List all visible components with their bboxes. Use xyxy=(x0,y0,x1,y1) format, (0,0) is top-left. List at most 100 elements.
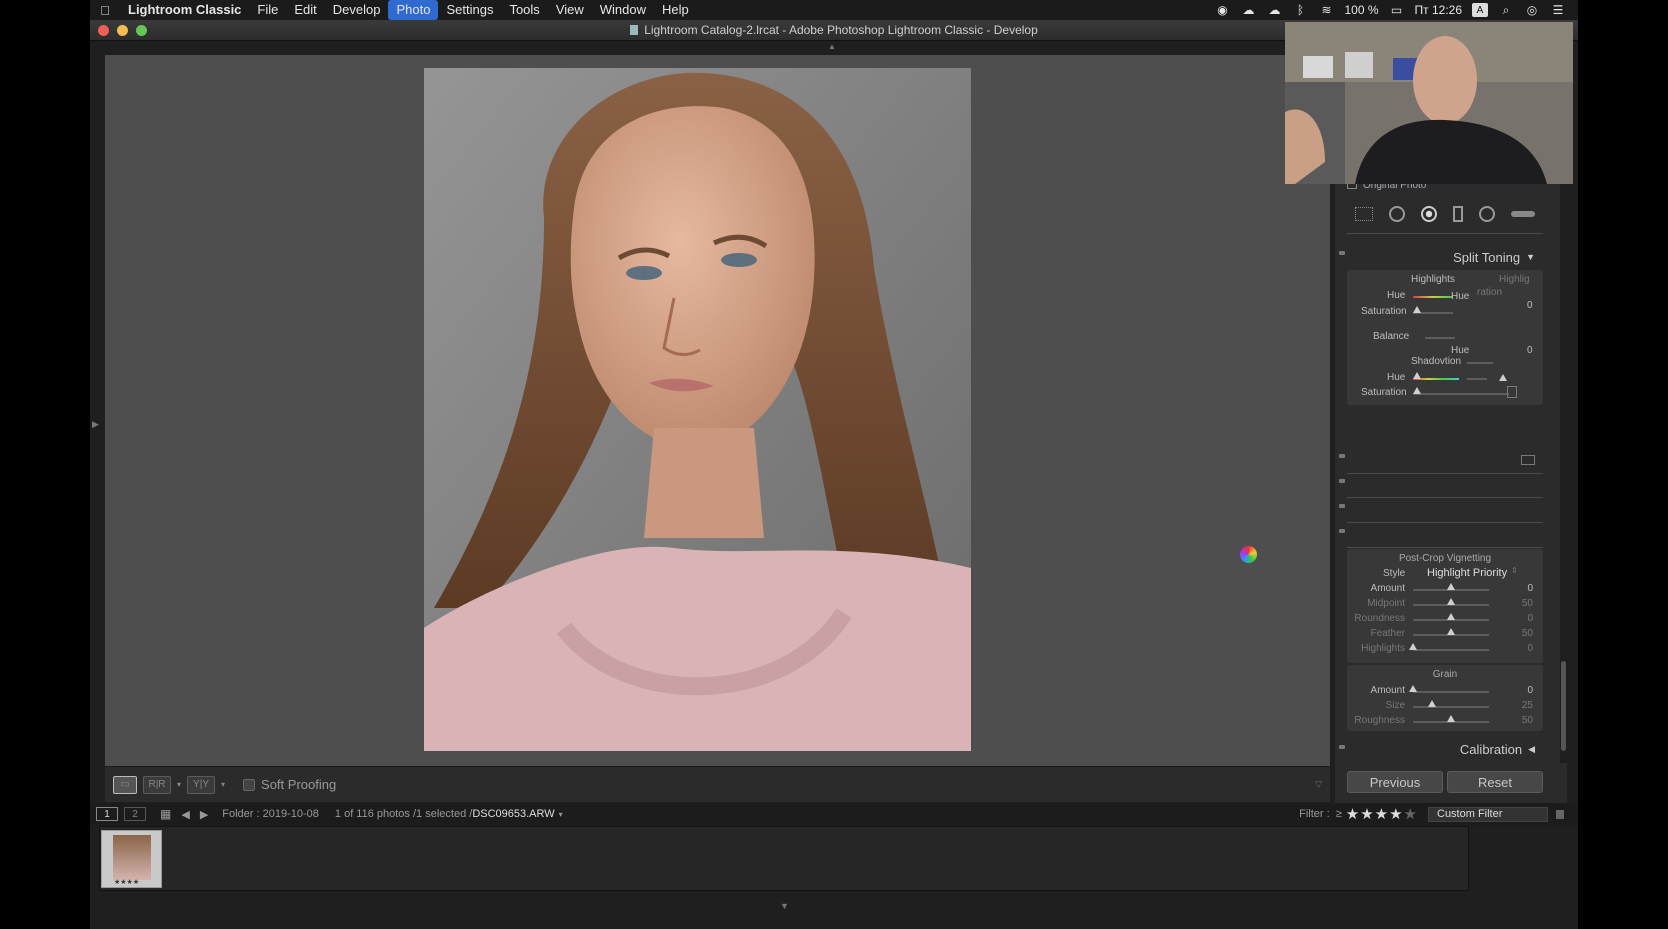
rating-star-icon[interactable]: ★ xyxy=(1375,806,1389,823)
shadow-saturation-slider[interactable] xyxy=(1413,393,1509,395)
shadow-hue-knob[interactable] xyxy=(1413,372,1421,379)
zoom-window-button[interactable] xyxy=(136,25,147,36)
grain-roughness-knob[interactable] xyxy=(1447,715,1455,722)
custom-filter-select[interactable]: Custom Filter xyxy=(1428,806,1548,822)
shadow-hue-knob-duplicate[interactable] xyxy=(1499,374,1507,381)
balance-slider[interactable] xyxy=(1425,337,1455,339)
before-after-view-button[interactable]: R|R xyxy=(143,775,171,794)
cloud-sync-icon[interactable]: ☁ xyxy=(1240,3,1256,17)
portrait-photo[interactable] xyxy=(424,68,971,751)
apple-icon[interactable]:  xyxy=(90,3,120,18)
source-dropdown-icon[interactable]: ▾ xyxy=(559,810,563,819)
bluetooth-icon[interactable]: ᛒ xyxy=(1292,3,1308,17)
filename[interactable]: DSC09653.ARW xyxy=(472,808,554,820)
vignetting-highlights-value[interactable]: 0 xyxy=(1517,643,1533,654)
input-source-icon[interactable]: A xyxy=(1472,3,1488,17)
top-panel-toggle-icon[interactable]: ▲ xyxy=(828,42,836,51)
battery-icon[interactable]: ▭ xyxy=(1389,3,1405,17)
grain-size-value[interactable]: 25 xyxy=(1517,700,1533,711)
vignetting-roundness-knob[interactable] xyxy=(1447,613,1455,620)
grain-size-slider[interactable] xyxy=(1413,706,1489,708)
before-after-swap-button[interactable]: Y|Y xyxy=(187,775,216,794)
before-after-dropdown-icon[interactable]: ▾ xyxy=(177,780,181,789)
panel-switch-icon[interactable] xyxy=(1339,529,1345,533)
loupe-view-button[interactable]: ▭ xyxy=(113,775,137,794)
vignetting-highlights-knob[interactable] xyxy=(1409,643,1417,650)
menu-tools[interactable]: Tools xyxy=(501,0,547,20)
menu-clock[interactable]: Пт 12:26 xyxy=(1415,3,1462,17)
radial-filter-icon[interactable] xyxy=(1479,206,1495,222)
right-panel-scrollbar[interactable] xyxy=(1560,171,1567,763)
shadow-saturation-knob[interactable] xyxy=(1413,387,1421,394)
rating-filter-stars[interactable]: ★★★★★ xyxy=(1346,805,1418,823)
grain-amount-value[interactable]: 0 xyxy=(1517,685,1533,696)
close-window-button[interactable] xyxy=(98,25,109,36)
bottom-panel-toggle-icon[interactable]: ▼ xyxy=(780,901,789,911)
grain-roughness-value[interactable]: 50 xyxy=(1517,715,1533,726)
panel-switch-icon[interactable] xyxy=(1339,454,1345,458)
highlight-saturation-knob[interactable] xyxy=(1413,306,1421,313)
menu-help[interactable]: Help xyxy=(654,0,697,20)
before-after-swap-dropdown-icon[interactable]: ▾ xyxy=(221,780,225,789)
vignetting-roundness-value[interactable]: 0 xyxy=(1517,613,1533,624)
menu-develop[interactable]: Develop xyxy=(325,0,389,20)
filmstrip-thumbnail[interactable]: ★★★★ xyxy=(101,830,162,888)
previous-button[interactable]: Previous xyxy=(1347,771,1443,793)
siri-icon[interactable]: ◎ xyxy=(1524,3,1540,17)
toolbar-content-dropdown-icon[interactable]: ▽ xyxy=(1315,779,1322,790)
menu-settings[interactable]: Settings xyxy=(438,0,501,20)
spot-removal-icon[interactable] xyxy=(1389,206,1405,222)
right-panel-scroll-thumb[interactable] xyxy=(1561,661,1566,751)
expand-triangle-icon[interactable]: ◀ xyxy=(1528,744,1535,755)
shadow-hue-slider-duplicate[interactable] xyxy=(1467,378,1487,380)
window-2-button[interactable]: 2 xyxy=(124,807,146,821)
vignetting-feather-value[interactable]: 50 xyxy=(1517,628,1533,639)
menu-file[interactable]: File xyxy=(249,0,286,20)
vignetting-midpoint-value[interactable]: 50 xyxy=(1517,598,1533,609)
back-arrow-icon[interactable]: ◀ xyxy=(181,808,189,821)
menu-view[interactable]: View xyxy=(548,0,592,20)
vignetting-feather-knob[interactable] xyxy=(1447,628,1455,635)
minimize-window-button[interactable] xyxy=(117,25,128,36)
wifi-icon[interactable]: ≋ xyxy=(1318,3,1334,17)
rating-star-icon[interactable]: ★ xyxy=(1360,806,1374,823)
split-toning-header[interactable]: Split Toning ▼ xyxy=(1347,245,1543,269)
menu-photo[interactable]: Photo xyxy=(388,0,439,20)
shadow-fragment-slider[interactable] xyxy=(1467,362,1493,364)
soft-proofing-checkbox[interactable] xyxy=(243,778,256,791)
rating-star-icon[interactable]: ★ xyxy=(1404,806,1418,823)
filter-operator[interactable]: ≥ xyxy=(1336,808,1342,820)
grid-view-icon[interactable]: ▦ xyxy=(160,807,171,821)
menu-window[interactable]: Window xyxy=(592,0,654,20)
rating-star-icon[interactable]: ★ xyxy=(1389,806,1403,823)
collapse-triangle-icon[interactable]: ▼ xyxy=(1526,252,1535,262)
reset-button[interactable]: Reset xyxy=(1447,771,1543,793)
creative-cloud-icon[interactable]: ◉ xyxy=(1214,3,1230,17)
panel-switch-icon[interactable] xyxy=(1339,745,1345,749)
notification-center-icon[interactable]: ☰ xyxy=(1550,3,1566,17)
highlight-hue-slider[interactable] xyxy=(1413,296,1453,298)
calibration-header[interactable]: Calibration ◀ xyxy=(1347,737,1543,761)
menu-app-name[interactable]: Lightroom Classic xyxy=(120,0,249,20)
vignetting-amount-knob[interactable] xyxy=(1447,583,1455,590)
style-dropdown-icon[interactable]: ⇕ xyxy=(1511,566,1518,575)
grain-size-knob[interactable] xyxy=(1428,700,1436,707)
panel-switch-icon[interactable] xyxy=(1339,251,1345,255)
forward-arrow-icon[interactable]: ▶ xyxy=(200,808,208,821)
grain-amount-knob[interactable] xyxy=(1409,685,1417,692)
adjustment-brush-icon[interactable] xyxy=(1511,211,1535,217)
cloud-icon[interactable]: ☁ xyxy=(1266,3,1282,17)
rating-star-icon[interactable]: ★ xyxy=(1346,806,1360,823)
crop-grid-icon[interactable] xyxy=(1355,207,1373,221)
vignetting-highlights-slider[interactable] xyxy=(1413,649,1489,651)
panel-switch-icon[interactable] xyxy=(1339,479,1345,483)
vignetting-amount-value[interactable]: 0 xyxy=(1517,583,1533,594)
grain-amount-slider[interactable] xyxy=(1413,691,1489,693)
panel-preview-icon[interactable] xyxy=(1521,455,1535,465)
left-panel-toggle-icon[interactable]: ▶ xyxy=(92,419,99,430)
red-eye-icon[interactable] xyxy=(1421,206,1437,222)
vignetting-midpoint-knob[interactable] xyxy=(1447,598,1455,605)
graduated-filter-icon[interactable] xyxy=(1453,206,1463,222)
menu-edit[interactable]: Edit xyxy=(286,0,324,20)
filter-lock-icon[interactable] xyxy=(1556,809,1564,819)
